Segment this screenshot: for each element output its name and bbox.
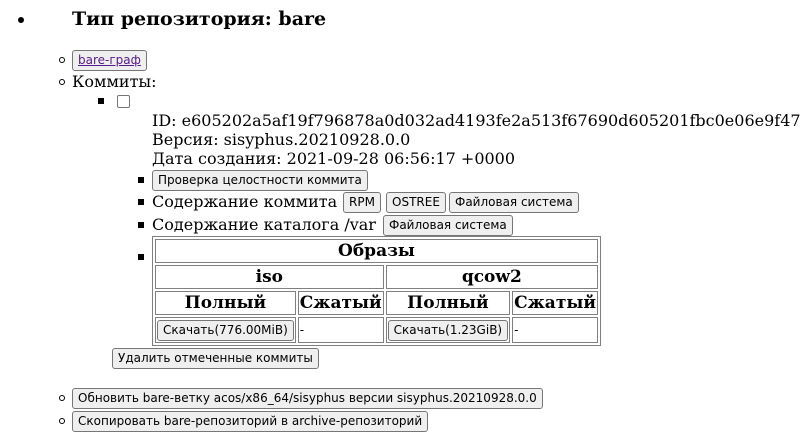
commit-id: ID: e605202a5af19f796878a0d032ad4193fe2a… bbox=[152, 111, 800, 130]
list-bullet bbox=[59, 395, 65, 401]
column-iso-compressed: Сжатый bbox=[297, 291, 384, 315]
commit-content-filesystem-button[interactable]: Файловая система bbox=[449, 192, 579, 213]
integrity-check-button[interactable]: Проверка целостности коммита bbox=[152, 170, 368, 191]
iso-compressed-value: - bbox=[297, 317, 384, 343]
column-qcow2-full: Полный bbox=[385, 291, 511, 315]
list-bullet bbox=[138, 177, 144, 183]
bare-graph-link[interactable]: bare-граф bbox=[72, 50, 147, 71]
images-table: Образы iso qcow2 Полный Сжатый Полный Сж… bbox=[152, 236, 602, 346]
commit-select-checkbox[interactable] bbox=[117, 95, 130, 108]
var-content-label: Содержание каталога /var bbox=[152, 215, 376, 234]
list-bullet bbox=[18, 17, 24, 23]
list-bullet bbox=[98, 98, 104, 104]
column-qcow2-compressed: Сжатый bbox=[512, 291, 599, 315]
commit-version: Версия: sisyphus.20210928.0.0 bbox=[152, 130, 411, 149]
list-bullet bbox=[138, 199, 144, 205]
list-bullet bbox=[138, 222, 144, 228]
commit-content-rpm-button[interactable]: RPM bbox=[343, 192, 381, 213]
page-title: Тип репозитория: bare bbox=[72, 8, 327, 30]
update-bare-branch-button[interactable]: Обновить bare-ветку acos/x86_64/sisyphus… bbox=[72, 388, 543, 409]
iso-download-button[interactable]: Скачать(776.00MiB) bbox=[157, 319, 294, 341]
copy-to-archive-button[interactable]: Скопировать bare-репозиторий в archive-р… bbox=[72, 411, 429, 432]
qcow2-download-button[interactable]: Скачать(1.23GiB) bbox=[387, 319, 509, 341]
delete-selected-commits-button[interactable]: Удалить отмеченные коммиты bbox=[112, 348, 319, 369]
images-title: Образы bbox=[155, 239, 599, 263]
images-group-qcow2: qcow2 bbox=[385, 265, 599, 289]
table-row: Скачать(776.00MiB) - Скачать(1.23GiB) - bbox=[155, 317, 599, 343]
list-bullet bbox=[59, 79, 65, 85]
images-group-iso: iso bbox=[155, 265, 384, 289]
commit-content-label: Содержание коммита bbox=[152, 192, 338, 211]
list-bullet bbox=[138, 254, 144, 260]
commit-content-ostree-button[interactable]: OSTREE bbox=[386, 192, 446, 213]
var-filesystem-button[interactable]: Файловая система bbox=[383, 215, 513, 236]
qcow2-compressed-value: - bbox=[512, 317, 599, 343]
list-bullet bbox=[59, 418, 65, 424]
column-iso-full: Полный bbox=[155, 291, 296, 315]
commit-created: Дата создания: 2021-09-28 06:56:17 +0000 bbox=[152, 149, 516, 168]
commits-label: Коммиты: bbox=[72, 72, 157, 91]
list-bullet bbox=[59, 57, 65, 63]
